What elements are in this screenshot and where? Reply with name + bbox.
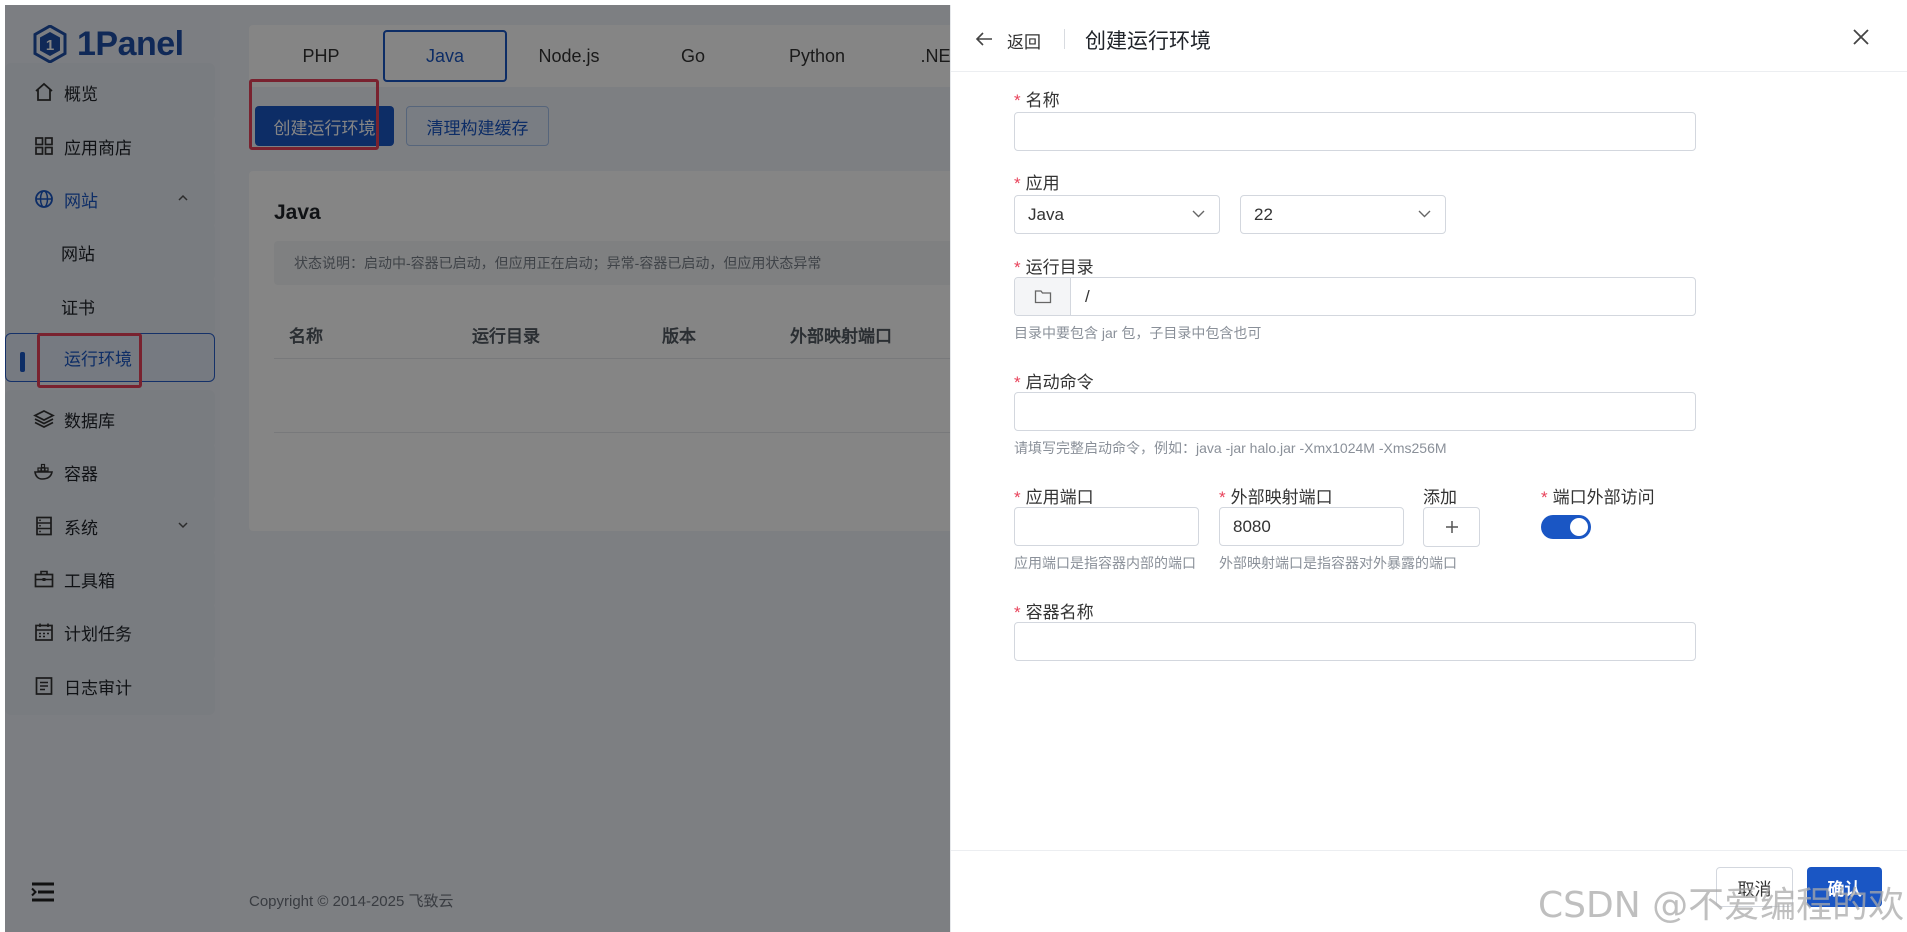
add-label: 添加 — [1423, 488, 1457, 507]
app-port-input[interactable] — [1014, 507, 1199, 546]
app-port-label: * 应用端口 — [1014, 488, 1094, 507]
app-version-select[interactable]: 22 — [1240, 195, 1446, 234]
plus-icon — [1445, 521, 1458, 533]
folder-button[interactable] — [1015, 278, 1071, 315]
ext-port-input[interactable]: 8080 — [1219, 507, 1404, 546]
dir-input-value: / — [1085, 286, 1090, 306]
drawer-header: 返回 创建运行环境 — [951, 5, 1907, 72]
app-select[interactable]: Java — [1014, 195, 1220, 234]
arrow-left-icon[interactable] — [975, 31, 993, 47]
drawer-title: 创建运行环境 — [1085, 30, 1211, 53]
ext-port-hint: 外部映射端口是指容器对外暴露的端口 — [1219, 555, 1457, 571]
cmd-input[interactable] — [1014, 392, 1696, 431]
chevron-down-icon — [1418, 210, 1431, 218]
back-link[interactable]: 返回 — [1007, 28, 1041, 53]
container-name-input[interactable] — [1014, 622, 1696, 661]
dir-label: * 运行目录 — [1014, 258, 1094, 277]
csdn-watermark: CSDN @不爱编程的欢 — [1538, 885, 1905, 926]
close-icon[interactable] — [1851, 27, 1871, 47]
create-runtime-drawer: 返回 创建运行环境 * 名称 * 应用 Java 22 * 运行目录 / 目录中要包含… — [950, 5, 1907, 932]
add-port-button[interactable] — [1423, 507, 1480, 547]
folder-icon — [1034, 290, 1051, 304]
app-label: * 应用 — [1014, 174, 1060, 193]
header-divider — [1064, 29, 1065, 49]
ext-access-label: * 端口外部访问 — [1541, 488, 1655, 507]
app-port-hint: 应用端口是指容器内部的端口 — [1014, 555, 1196, 571]
cmd-label: * 启动命令 — [1014, 373, 1094, 392]
ext-access-toggle[interactable] — [1541, 515, 1591, 539]
app-select-value: Java — [1028, 204, 1064, 224]
dir-input[interactable]: / — [1014, 277, 1696, 316]
name-input[interactable] — [1014, 112, 1696, 151]
app-version-value: 22 — [1254, 204, 1273, 224]
chevron-down-icon — [1192, 210, 1205, 218]
dir-hint: 目录中要包含 jar 包，子目录中包含也可 — [1014, 325, 1262, 341]
toggle-knob — [1570, 518, 1588, 536]
ext-port-label: * 外部映射端口 — [1219, 488, 1333, 507]
cmd-hint: 请填写完整启动命令，例如：java -jar halo.jar -Xmx1024… — [1014, 440, 1447, 456]
name-label: * 名称 — [1014, 91, 1060, 110]
modal-overlay[interactable] — [5, 5, 950, 932]
container-name-label: * 容器名称 — [1014, 603, 1094, 622]
